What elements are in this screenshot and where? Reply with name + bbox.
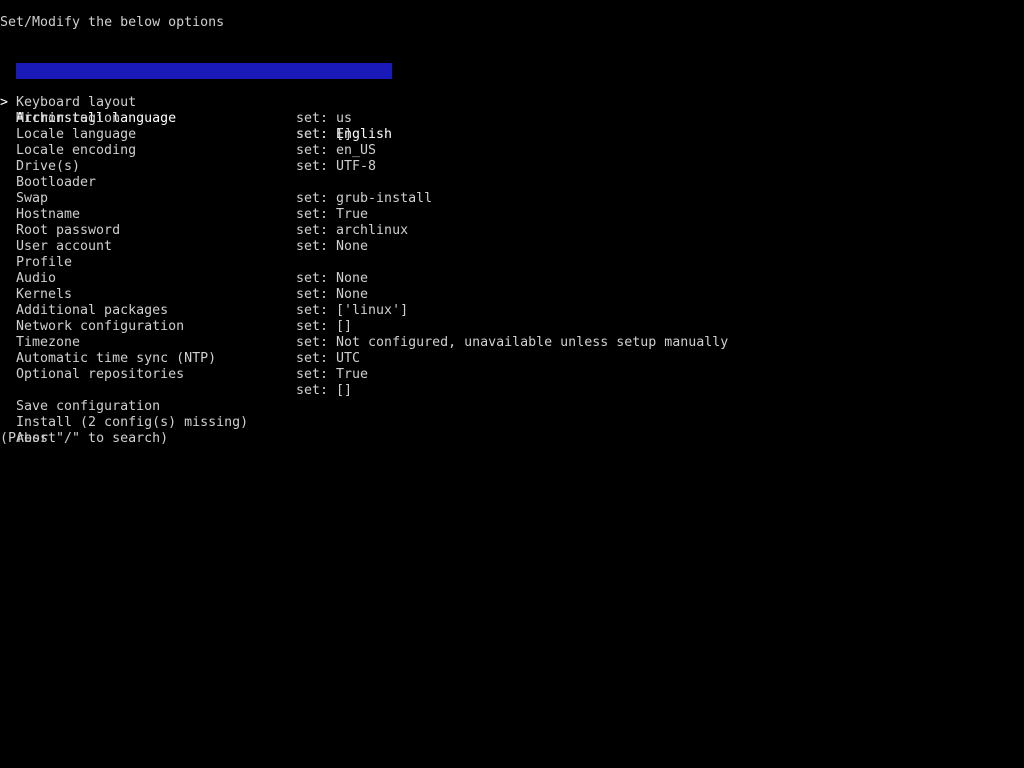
menu-item-hostname[interactable]: Hostname set: archlinux <box>0 191 1024 238</box>
menu-item-locale-language[interactable]: Locale language set: en_US <box>0 111 1024 158</box>
search-hint: (Press "/" to search) <box>0 431 169 446</box>
option-label: Optional repositories <box>16 367 185 382</box>
menu-item-locale-encoding[interactable]: Locale encoding set: UTF-8 <box>0 127 1024 174</box>
menu-item-network-configuration[interactable]: Network configuration set: Not configure… <box>0 303 1024 350</box>
menu-item-kernels[interactable]: Kernels set: ['linux'] <box>0 271 1024 318</box>
menu-item-timezone[interactable]: Timezone set: UTC <box>0 319 1024 366</box>
save-configuration-button[interactable]: Save configuration <box>0 383 1024 414</box>
menu-item-audio[interactable]: Audio set: None <box>0 255 1024 302</box>
option-value: set: True <box>296 367 369 382</box>
menu-item-bootloader[interactable]: Bootloader set: grub-install <box>0 159 1024 206</box>
menu-item-mirror-region[interactable]: Mirror region set: [] <box>0 95 1024 142</box>
page-title: Set/Modify the below options <box>0 15 225 30</box>
menu-item-automatic-time-sync[interactable]: Automatic time sync (NTP) set: True <box>0 335 1024 382</box>
install-button[interactable]: Install (2 config(s) missing) <box>0 399 1024 430</box>
menu-item-swap[interactable]: Swap set: True <box>0 175 1024 222</box>
menu-item-root-password[interactable]: Root password set: None <box>0 207 1024 254</box>
selection-highlight <box>16 63 392 79</box>
abort-button[interactable]: Abort <box>0 415 1024 446</box>
menu-item-archinstall-language[interactable]: > Archinstall language set: English <box>0 63 1024 142</box>
menu-item-additional-packages[interactable]: Additional packages set: [] <box>0 287 1024 334</box>
menu-item-optional-repositories[interactable]: Optional repositories set: [] <box>0 351 1024 398</box>
menu-item-profile[interactable]: Profile set: None <box>0 239 1024 286</box>
menu-item-keyboard-layout[interactable]: Keyboard layout set: us <box>0 79 1024 126</box>
menu-item-drives[interactable]: Drive(s) <box>0 143 1024 174</box>
menu-item-user-account[interactable]: User account <box>0 223 1024 254</box>
